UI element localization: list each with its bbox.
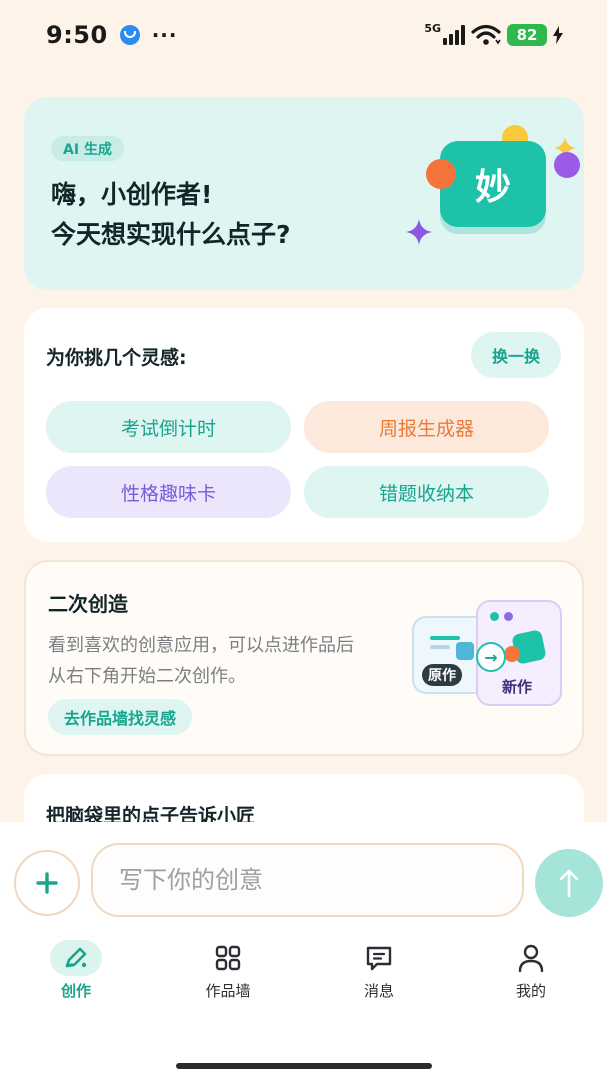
chat-icon [366,946,392,971]
miao-tile: 妙 [440,141,546,227]
inspiration-chip[interactable]: 考试倒计时 [46,401,291,453]
bottom-tab-bar: 创作 作品墙 消息 我的 [0,940,607,1010]
remix-description: 看到喜欢的创意应用，可以点进作品后 [48,635,354,656]
bottom-panel: 创作 作品墙 消息 [0,822,607,1080]
tab-label: 创作 [60,982,91,1000]
original-label: 原作 [422,664,462,686]
shuffle-button[interactable]: 换一换 [471,332,561,378]
remix-title: 二次创造 [48,592,128,616]
hero-question: 今天想实现什么点子? [51,220,291,249]
go-to-gallery-button[interactable]: 去作品墙找灵感 [48,699,193,735]
inspiration-card: 为你挑几个灵感: 换一换 考试倒计时 周报生成器 性格趣味卡 错题收纳本 [24,308,584,542]
home-indicator[interactable] [176,1063,432,1069]
battery-indicator: 82 [507,24,547,46]
cellular-signal-icon [443,25,465,45]
person-icon [518,944,544,973]
charging-bolt-icon [553,26,563,44]
tab-profile[interactable]: 我的 [476,940,586,1010]
add-attachment-button[interactable] [14,850,80,916]
purple-dot-decoration [554,152,580,178]
remix-description: 从右下角开始二次创作。 [48,666,246,687]
tab-label: 消息 [363,982,394,1000]
grid-icon [215,945,241,971]
arrow-right-icon: → [476,642,506,672]
arrow-up-icon [559,869,579,898]
new-label: 新作 [502,678,533,696]
status-bar: 9:50 ··· 5G 82 [0,0,607,70]
tab-create[interactable]: 创作 [21,940,131,1010]
status-indicators: 5G 82 [424,21,563,46]
status-time: 9:50 [46,21,108,49]
tab-label: 作品墙 [205,982,251,1000]
sparkle-icon [406,219,432,245]
idea-input[interactable] [91,843,524,917]
send-button[interactable] [535,849,603,917]
app-notification-icon [119,25,140,45]
more-dots-icon: ··· [151,23,178,47]
hero-greeting: 嗨，小创作者! [51,180,213,209]
tab-messages[interactable]: 消息 [324,940,434,1010]
ai-generate-badge: AI 生成 [51,136,124,161]
orange-dot-decoration [426,159,456,189]
inspiration-chip[interactable]: 性格趣味卡 [46,466,291,518]
plus-icon [36,872,58,894]
inspiration-title: 为你挑几个灵感: [46,347,187,369]
wifi-icon [471,24,501,45]
remix-card[interactable]: 二次创造 看到喜欢的创意应用，可以点进作品后 从右下角开始二次创作。 去作品墙找… [24,560,584,756]
hero-card: AI 生成 嗨，小创作者! 今天想实现什么点子? 妙 [24,97,584,290]
inspiration-chip[interactable]: 周报生成器 [304,401,549,453]
remix-illustration: 原作 新作 → [412,600,562,710]
network-type-label: 5G [424,21,441,35]
tab-gallery[interactable]: 作品墙 [173,940,283,1010]
pencil-sparkle-icon [65,947,87,968]
tab-label: 我的 [515,982,546,1000]
inspiration-chip[interactable]: 错题收纳本 [304,466,549,518]
hero-illustration: 妙 [404,123,580,253]
